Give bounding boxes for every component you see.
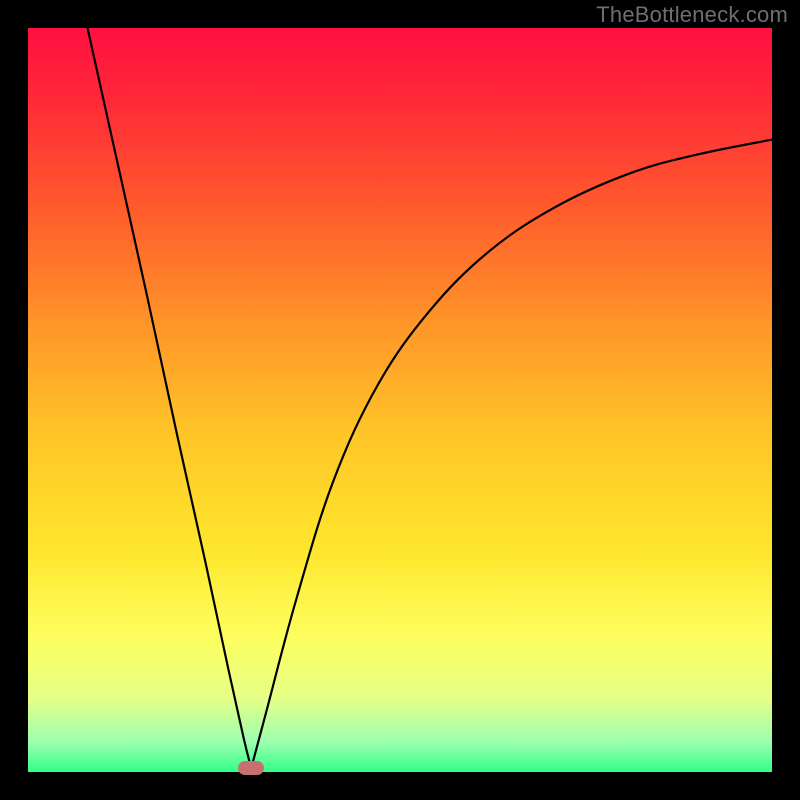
curve-right-branch: [251, 140, 772, 769]
curve-left-branch: [88, 28, 252, 768]
minimum-marker: [238, 761, 264, 775]
chart-container: TheBottleneck.com: [0, 0, 800, 800]
plot-area: [28, 28, 772, 772]
watermark-text: TheBottleneck.com: [596, 2, 788, 28]
curve-plot: [28, 28, 772, 772]
